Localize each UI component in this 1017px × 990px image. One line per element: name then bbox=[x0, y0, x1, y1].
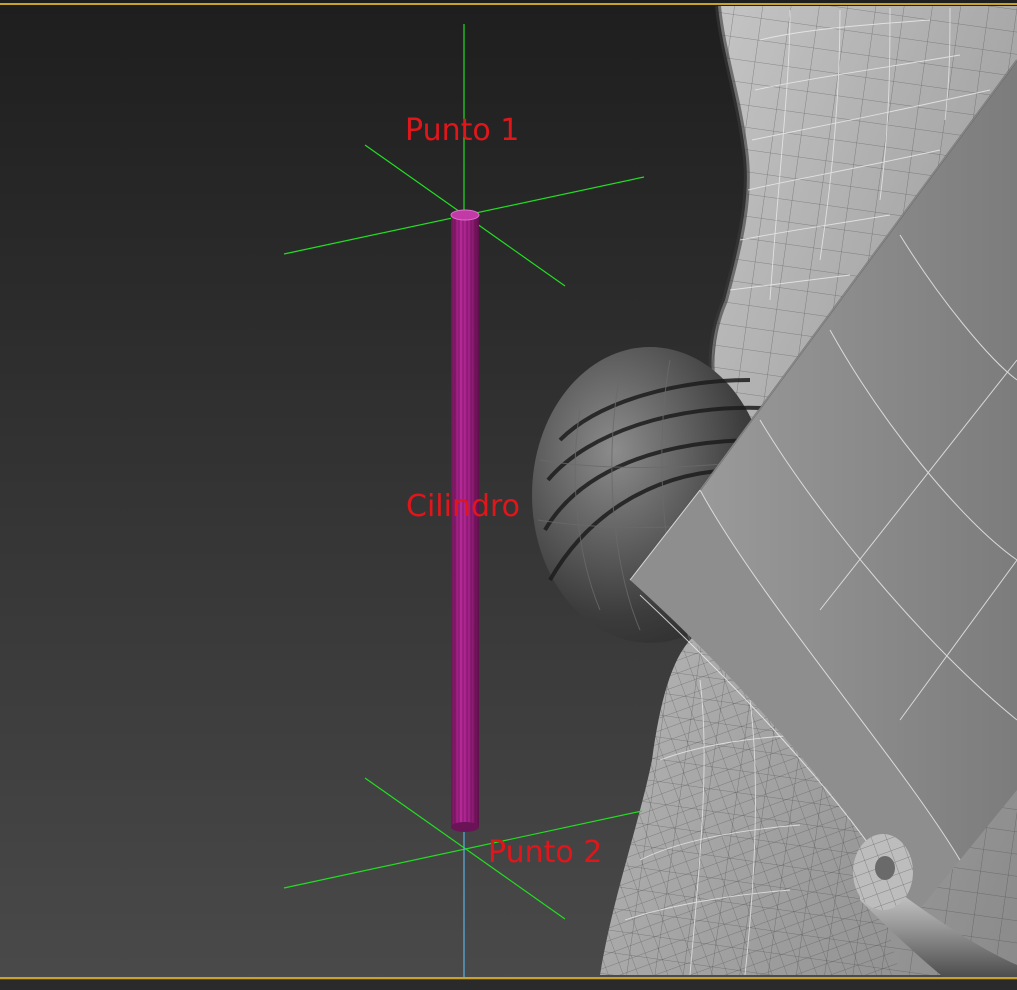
label-cylinder: Cilindro bbox=[406, 489, 521, 524]
3d-viewport[interactable]: Punto 1 Cilindro Punto 2 bbox=[0, 0, 1017, 990]
viewport-bottom-bar bbox=[0, 980, 1017, 990]
label-point-1: Punto 1 bbox=[405, 113, 520, 148]
label-point-2: Punto 2 bbox=[488, 835, 603, 870]
